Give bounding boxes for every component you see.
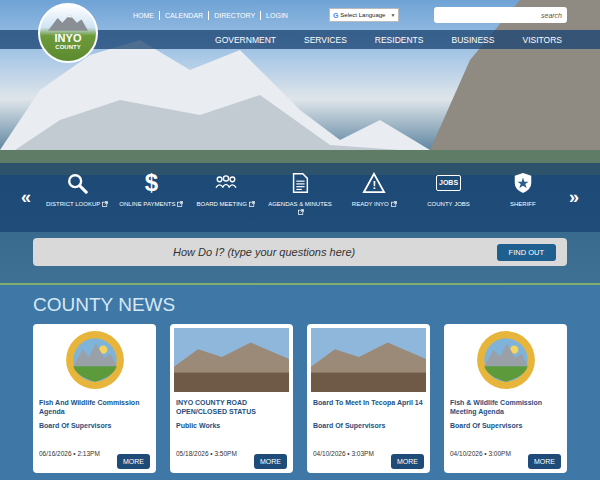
utility-link[interactable]: LOGIN [260, 11, 293, 20]
quick-link[interactable]: DISTRICT LOOKUP [40, 163, 114, 208]
news-image [37, 328, 152, 392]
news-card[interactable]: INYO COUNTY ROAD OPEN/CLOSED STATUS Publi… [170, 324, 293, 473]
news-card[interactable]: Fish & Wildlife Commission Meeting Agend… [444, 324, 567, 473]
more-button[interactable]: MORE [391, 454, 424, 469]
warning-icon: ! [362, 172, 386, 194]
external-link-icon [298, 209, 304, 215]
news-category: Board Of Supervisors [450, 421, 561, 430]
logo-subtext: COUNTY [55, 44, 80, 51]
nav-item[interactable]: RESIDENTS [375, 35, 424, 45]
news-photo [311, 328, 426, 392]
county-seal-icon [64, 329, 126, 391]
news-card[interactable]: Fish And Wildlife Commission Agenda Board… [33, 324, 156, 473]
quick-link[interactable]: BOARD MEETING [189, 163, 263, 208]
news-title[interactable]: Board To Meet In Tecopa April 14 [313, 398, 424, 416]
quick-link-label: COUNTY JOBS [425, 200, 472, 208]
nav-item[interactable]: BUSINESS [451, 35, 494, 45]
news-category: Board Of Supervisors [313, 421, 424, 430]
quick-link[interactable]: $ ONLINE PAYMENTS [114, 163, 188, 208]
document-icon [289, 172, 311, 194]
quick-links: « DISTRICT LOOKUP $ ONLINE PAYMENTS BOARD ME… [0, 163, 600, 232]
search-field[interactable]: search [434, 7, 567, 23]
how-do-i-placeholder: How Do I? (type your questions here) [173, 246, 497, 258]
people-icon [215, 172, 237, 194]
quick-link[interactable]: JOBS COUNTY JOBS [411, 163, 485, 208]
nav-item[interactable]: VISITORS [522, 35, 562, 45]
more-button[interactable]: MORE [528, 454, 561, 469]
how-do-i-search[interactable]: How Do I? (type your questions here)FIND… [33, 238, 567, 266]
language-select[interactable]: GSelect Language ▼ [329, 8, 399, 22]
google-icon: G [333, 12, 338, 19]
logo-text: INYO [55, 32, 82, 44]
news-title[interactable]: Fish And Wildlife Commission Agenda [39, 398, 150, 416]
news-category: Board Of Supervisors [39, 421, 150, 430]
hero: INYOCOUNTY HOMECALENDARDIRECTORYLOGIN GSel… [0, 0, 600, 285]
jobs-icon: JOBS [436, 175, 461, 191]
nav-item[interactable]: SERVICES [304, 35, 347, 45]
prev-arrow[interactable]: « [12, 163, 40, 232]
quick-link-label: ONLINE PAYMENTS [117, 200, 185, 208]
next-arrow[interactable]: » [560, 163, 588, 232]
news-title[interactable]: INYO COUNTY ROAD OPEN/CLOSED STATUS [176, 398, 287, 416]
more-button[interactable]: MORE [117, 454, 150, 469]
news-image [174, 328, 289, 392]
magnifier-icon [66, 172, 88, 194]
external-link-icon [391, 201, 397, 207]
more-button[interactable]: MORE [254, 454, 287, 469]
quick-link[interactable]: AGENDAS & MINUTES [263, 163, 337, 216]
county-news: COUNTY NEWS Fish And Wildlife Commission … [0, 285, 600, 473]
page: INYOCOUNTY HOMECALENDARDIRECTORYLOGIN GSel… [0, 0, 600, 480]
quick-link-label: DISTRICT LOOKUP [44, 200, 110, 208]
quick-link-label: BOARD MEETING [195, 200, 257, 208]
external-link-icon [177, 201, 183, 207]
utility-link[interactable]: HOME [128, 11, 159, 20]
news-card[interactable]: Board To Meet In Tecopa April 14 Board Of… [307, 324, 430, 473]
news-image [311, 328, 426, 392]
news-date: 05/18/2026 • 3:50PM [176, 449, 237, 469]
news-date: 04/10/2026 • 3:03PM [313, 449, 374, 469]
news-image [448, 328, 563, 392]
dropdown-icon: ▼ [390, 12, 395, 18]
news-date: 06/16/2026 • 2:13PM [39, 449, 100, 469]
quick-link[interactable]: ! READY INYO [337, 163, 411, 208]
language-label: Select Language [340, 12, 385, 18]
dollar-icon: $ [145, 171, 158, 195]
external-link-icon [102, 201, 108, 207]
sheriff-badge-icon [512, 172, 534, 194]
news-date: 04/10/2026 • 3:00PM [450, 449, 511, 469]
external-link-icon [249, 201, 255, 207]
mountain-icon [48, 13, 88, 31]
quick-link[interactable]: SHERIFF [486, 163, 560, 208]
quick-link-label: SHERIFF [508, 200, 538, 208]
quick-link-label: READY INYO [350, 200, 399, 208]
county-seal-icon [475, 329, 537, 391]
search-placeholder: search [541, 12, 562, 19]
quick-link-label: AGENDAS & MINUTES [263, 200, 337, 216]
utility-link[interactable]: DIRECTORY [208, 11, 260, 20]
nav-item[interactable]: GOVERNMENT [215, 35, 276, 45]
county-logo[interactable]: INYOCOUNTY [38, 3, 98, 63]
news-category: Public Works [176, 421, 287, 430]
find-out-button[interactable]: FIND OUT [497, 244, 556, 261]
utility-links: HOMECALENDARDIRECTORYLOGIN [128, 11, 293, 20]
utility-link[interactable]: CALENDAR [159, 11, 208, 20]
section-heading: COUNTY NEWS [33, 294, 567, 316]
news-title[interactable]: Fish & Wildlife Commission Meeting Agend… [450, 398, 561, 416]
news-photo [174, 328, 289, 392]
